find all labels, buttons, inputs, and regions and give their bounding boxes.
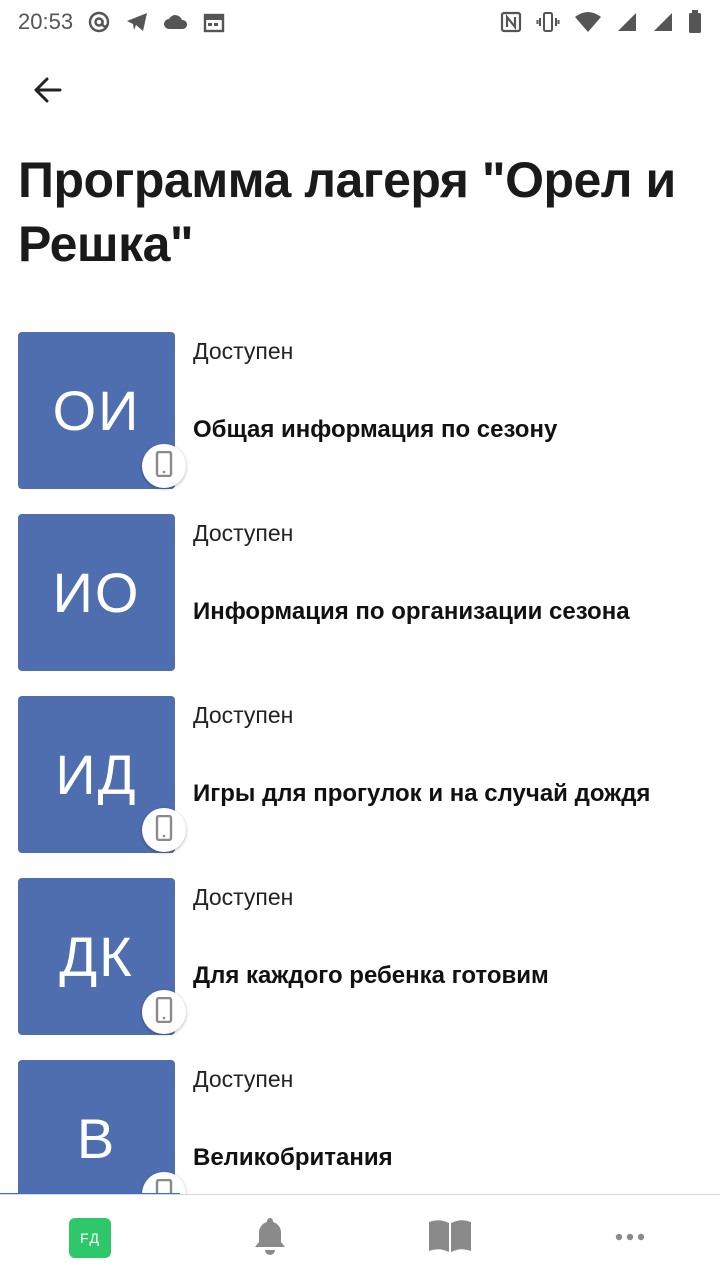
list-item[interactable]: ДК Доступен Для каждого ребенка готовим [0,878,720,1038]
tile-initials: ОИ [52,379,141,442]
phone-icon [154,996,174,1028]
list-item[interactable]: В Доступен Великобритания [0,1060,720,1194]
tile-initials: ДК [59,925,134,988]
nav-more[interactable] [580,1203,680,1273]
item-status: Доступен [193,520,294,546]
phone-icon [154,450,174,482]
calendar-icon [203,11,225,33]
item-title: Игры для прогулок и на случай дождя [193,780,651,807]
item-status: Доступен [193,1066,294,1092]
item-title: Информация по организации сезона [193,598,630,625]
nav-library[interactable] [400,1203,500,1273]
nav-notifications[interactable] [220,1203,320,1273]
module-list: ОИ Доступен Общая информация по сезону И… [0,332,720,1194]
signal-icon [616,11,638,33]
tile-initials: В [76,1107,117,1170]
at-sign-icon [87,10,111,34]
phone-icon [154,1178,174,1194]
telegram-icon [125,11,149,33]
list-item[interactable]: ИД Доступен Игры для прогулок и на случа… [0,696,720,856]
item-title: Для каждого ребенка готовим [193,962,549,989]
status-bar: 20:53 [0,0,720,44]
item-status: Доступен [193,884,294,910]
bell-icon [250,1215,290,1262]
mobile-device-badge [142,808,186,852]
battery-icon [688,10,702,34]
book-icon [427,1218,473,1259]
tile-initials: ИО [52,561,141,624]
mobile-device-badge [142,990,186,1034]
item-tile: В [18,1060,175,1194]
vibrate-icon [536,11,560,33]
item-tile: ИО [18,514,175,671]
back-button[interactable] [22,66,74,118]
cloud-icon [163,13,189,31]
wifi-icon [574,11,602,33]
page-title: Программа лагеря "Орел и Решка" [18,152,676,272]
item-title: Великобритания [193,1144,393,1171]
more-icon [615,1229,645,1247]
nav-profile[interactable]: FД [40,1203,140,1273]
list-item[interactable]: ОИ Доступен Общая информация по сезону [0,332,720,492]
phone-icon [154,814,174,846]
mobile-device-badge [142,444,186,488]
item-title: Общая информация по сезону [193,416,558,443]
avatar: FД [69,1218,111,1258]
list-item[interactable]: ИО Доступен Информация по организации се… [0,514,720,674]
nfc-icon [500,11,522,33]
status-bar-right [500,10,702,34]
item-status: Доступен [193,702,294,728]
status-bar-left: 20:53 [18,9,225,35]
item-status: Доступен [193,338,294,364]
bottom-nav: FД [0,1194,720,1281]
signal-icon [652,11,674,33]
arrow-left-icon [32,74,64,111]
status-time: 20:53 [18,9,74,34]
tile-initials: ИД [55,743,138,806]
